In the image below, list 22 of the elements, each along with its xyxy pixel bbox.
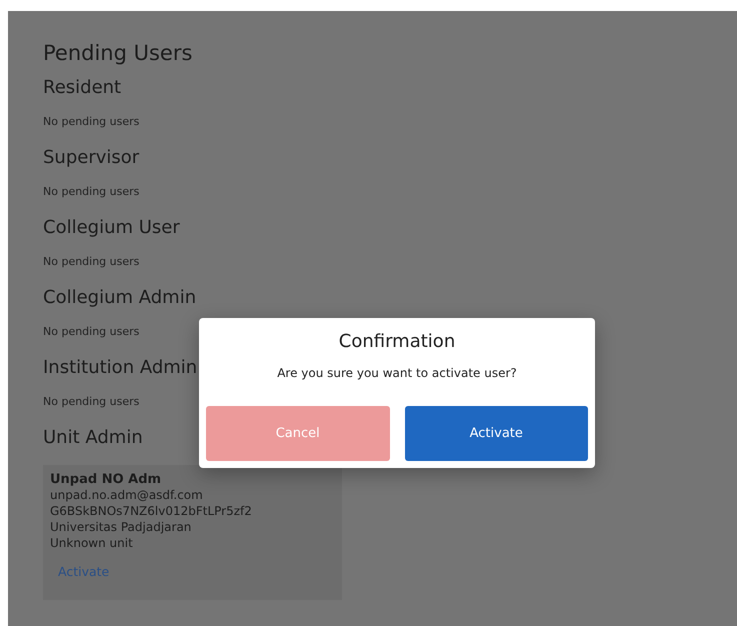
empty-message: No pending users <box>43 115 140 128</box>
activate-link[interactable]: Activate <box>58 564 110 579</box>
dialog-title: Confirmation <box>338 331 456 352</box>
section-heading: Institution Admin <box>43 357 198 378</box>
empty-message: No pending users <box>43 395 140 408</box>
empty-message: No pending users <box>43 325 140 338</box>
page-title: Pending Users <box>43 41 192 65</box>
section-heading: Supervisor <box>43 147 140 168</box>
section-heading: Collegium User <box>43 217 180 238</box>
user-unit: Unknown unit <box>50 535 133 551</box>
cancel-button[interactable]: Cancel <box>206 406 390 461</box>
section-heading: Unit Admin <box>43 427 143 448</box>
empty-message: No pending users <box>43 255 140 268</box>
empty-message: No pending users <box>43 185 140 198</box>
section-heading: Collegium Admin <box>43 287 196 308</box>
user-institution: Universitas Padjadjaran <box>50 519 192 535</box>
dialog-message: Are you sure you want to activate user? <box>277 366 517 380</box>
user-name: Unpad NO Adm <box>50 472 162 487</box>
activate-button[interactable]: Activate <box>404 406 588 461</box>
user-code: G6BSkBNOs7NZ6lv012bFtLPr5zf2 <box>50 503 252 519</box>
section-heading: Resident <box>43 77 122 98</box>
user-email: unpad.no.adm@asdf.com <box>50 487 203 503</box>
